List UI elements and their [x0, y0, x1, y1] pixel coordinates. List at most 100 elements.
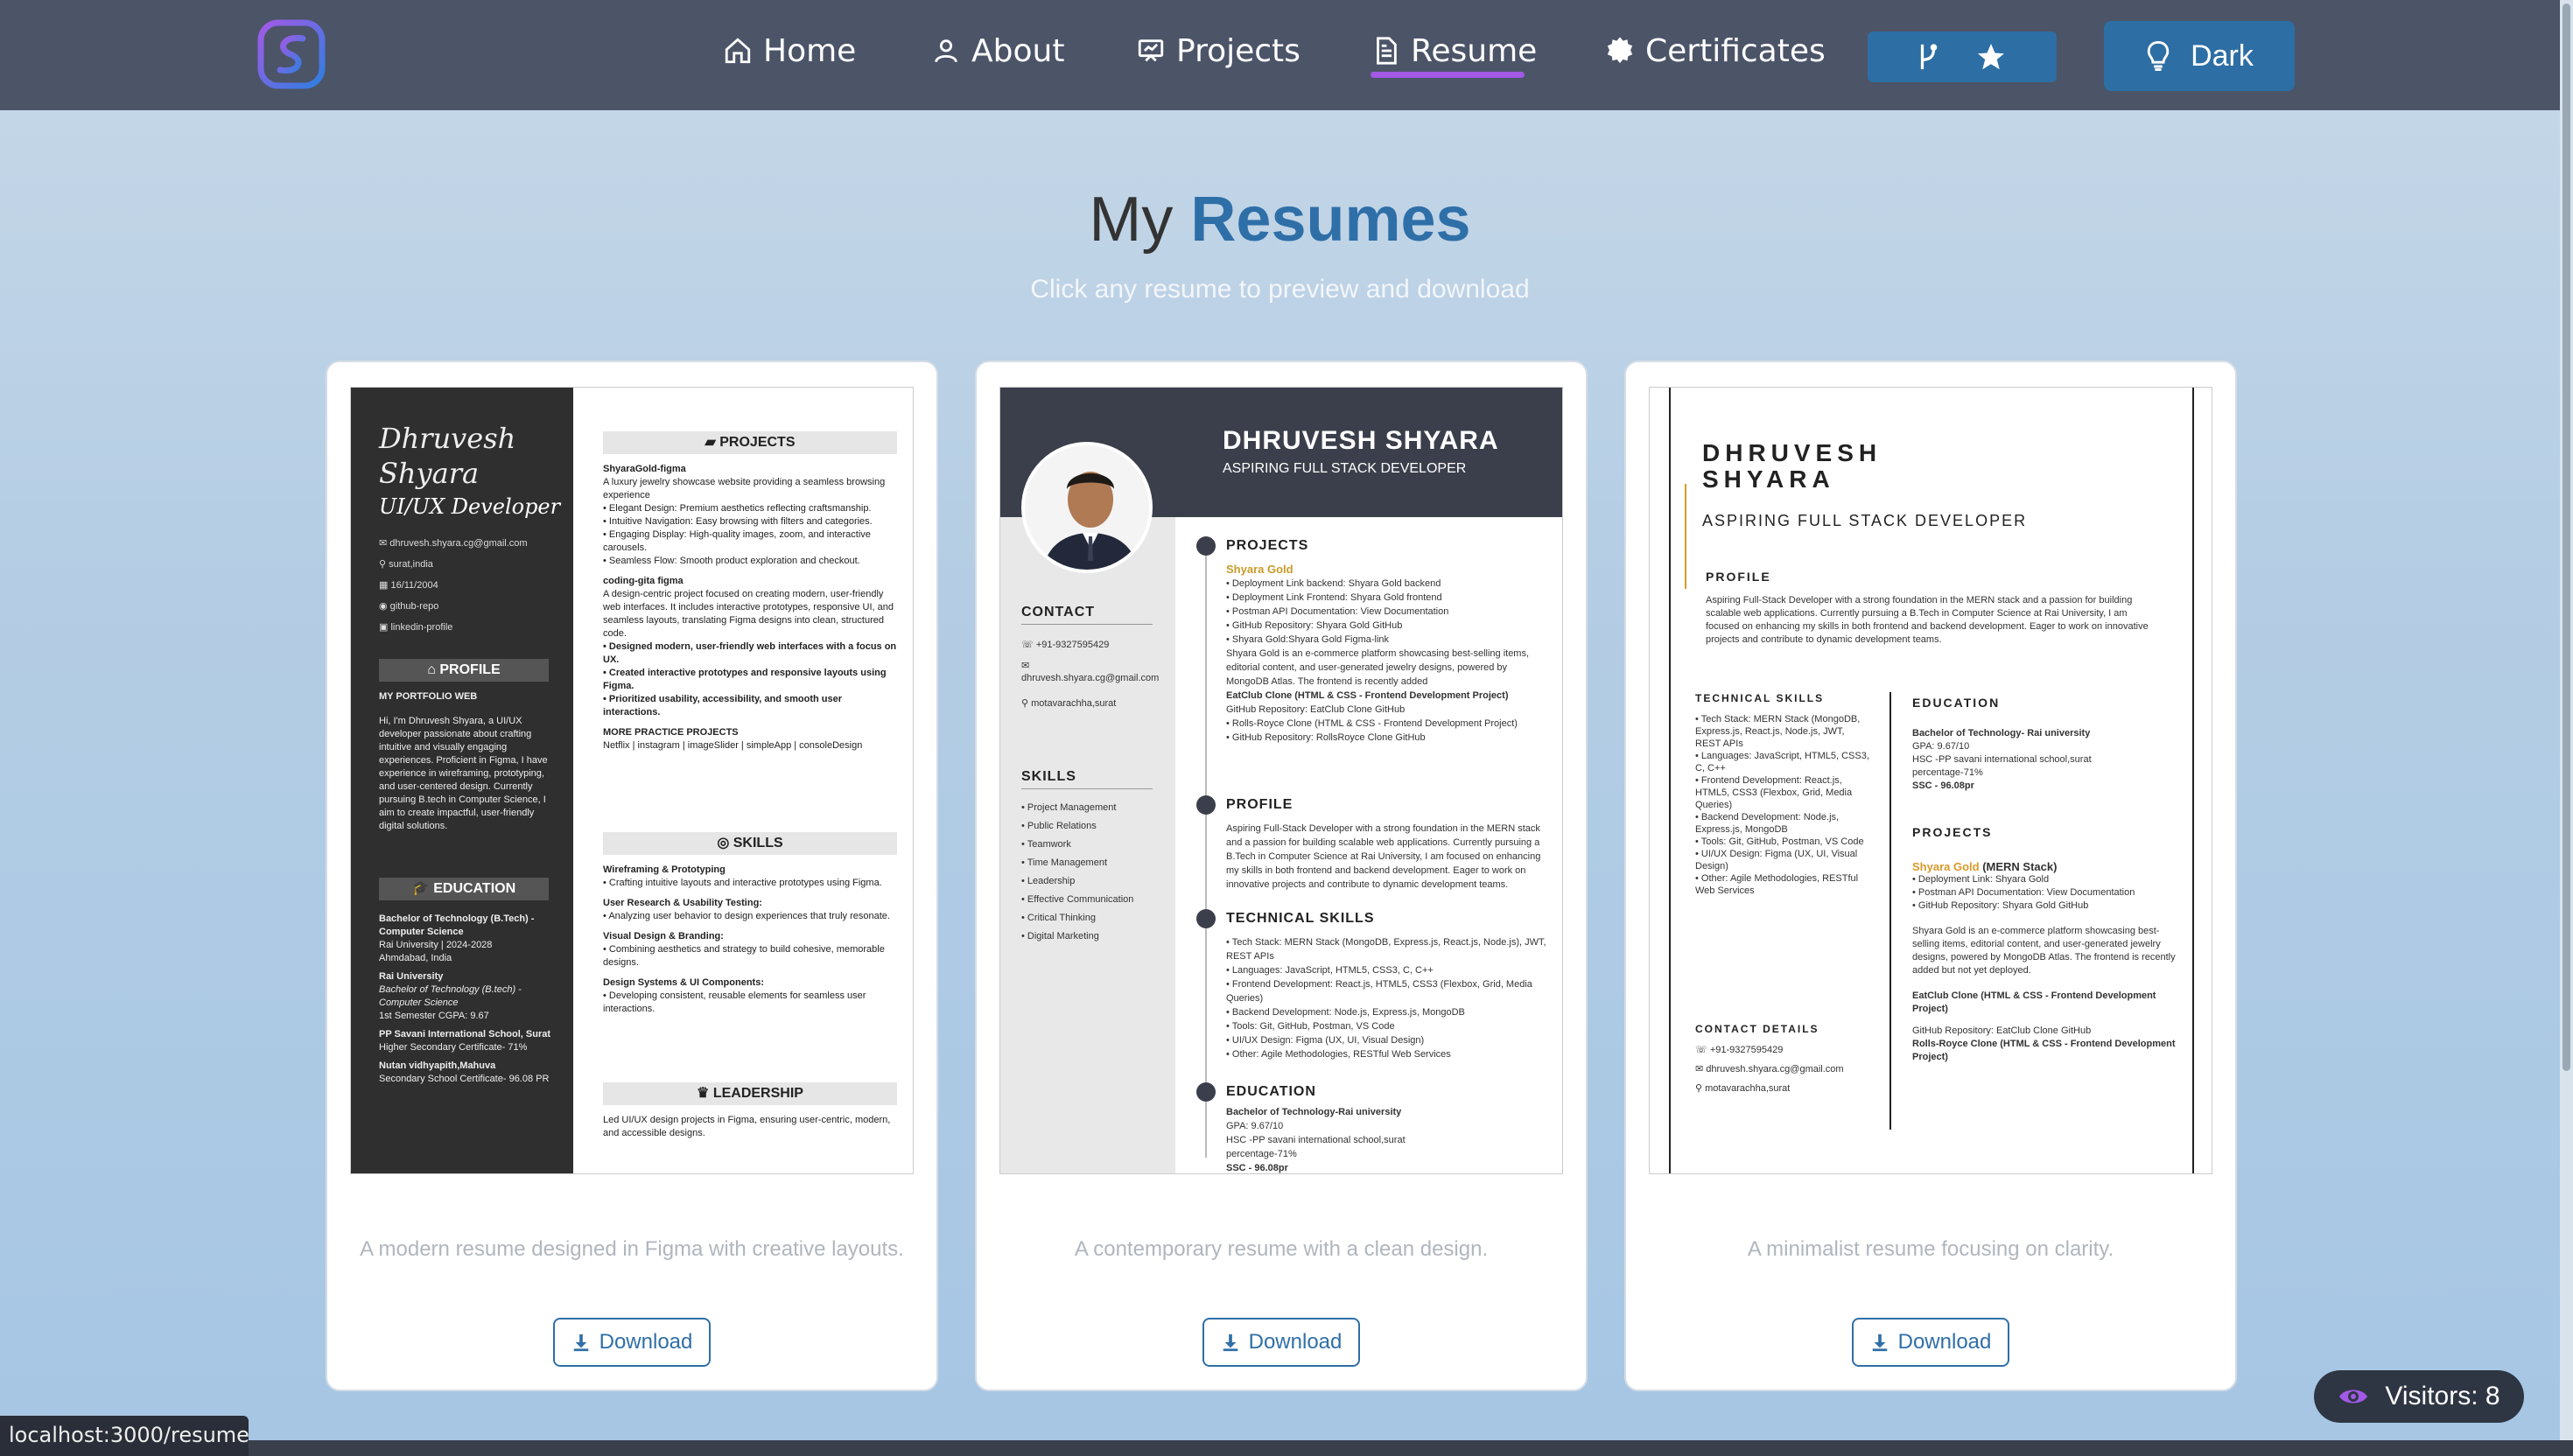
nav-about[interactable]: About: [931, 26, 1064, 75]
resume1-sidebar: Dhruvesh Shyara UI/UX Developer ✉ dhruve…: [351, 388, 573, 1173]
profile-photo: [1021, 442, 1153, 573]
card-description: A minimalist resume focusing on clarity.: [1747, 1237, 2114, 1261]
navbar: Home About Projects Resume Certificates …: [0, 0, 2560, 110]
download-label: Download: [1248, 1330, 1343, 1354]
download-icon: [1872, 1334, 1887, 1352]
page-subtitle: Click any resume to preview and download: [1030, 275, 1530, 304]
resume2-skills-heading: SKILLS: [1021, 769, 1153, 789]
resume2-skills-list: • Project Management • Public Relations …: [1021, 802, 1134, 942]
bottom-bar: [0, 1440, 2573, 1456]
resume3-tech-list: • Tech Stack: MERN Stack (MongoDB, Expre…: [1695, 714, 1869, 896]
profile-bullet: [1196, 795, 1216, 815]
visitor-count: Visitors: 8: [2385, 1382, 2500, 1410]
email-text: ✉ dhruvesh.shyara.cg@gmail.com: [379, 538, 528, 549]
resume2-contact-heading: CONTACT: [1021, 605, 1153, 625]
resume-card-figma[interactable]: Dhruvesh Shyara UI/UX Developer ✉ dhruve…: [326, 360, 938, 1391]
resume1-leadership: Led UI/UX design projects in Figma, ensu…: [603, 1115, 891, 1138]
nav-resume-label: Resume: [1411, 32, 1538, 69]
resume2-education-heading: EDUCATION: [1226, 1084, 1316, 1099]
github-star-button[interactable]: [1868, 32, 2057, 82]
download-icon: [573, 1334, 588, 1352]
download-label: Download: [599, 1330, 693, 1354]
resume1-education-heading: 🎓 EDUCATION: [379, 878, 549, 900]
scrollbar-thumb[interactable]: [2562, 4, 2570, 1071]
resume-card-minimalist[interactable]: DHRUVESH SHYARA ASPIRING FULL STACK DEVE…: [1624, 360, 2237, 1391]
visitor-counter: Visitors: 8: [2314, 1370, 2524, 1423]
nav-home-label: Home: [763, 32, 857, 69]
resume-preview[interactable]: Dhruvesh Shyara UI/UX Developer ✉ dhruve…: [350, 387, 914, 1174]
eye-icon: [2339, 1390, 2368, 1404]
resume3-profile-heading: PROFILE: [1706, 570, 1771, 584]
download-button[interactable]: Download: [553, 1318, 711, 1367]
resume1-profile-heading: ⌂ PROFILE: [379, 659, 549, 682]
resume3-education-heading: EDUCATION: [1912, 696, 2001, 710]
resume-card-contemporary[interactable]: DHRUVESH SHYARA ASPIRING FULL STACK DEVE…: [975, 360, 1588, 1391]
nav-resume[interactable]: Resume: [1371, 26, 1537, 75]
nav-certificates-label: Certificates: [1645, 32, 1826, 69]
resume-preview[interactable]: DHRUVESH SHYARA ASPIRING FULL STACK DEVE…: [1649, 387, 2212, 1174]
star-icon: [1978, 44, 2004, 70]
resume3-role: ASPIRING FULL STACK DEVELOPER: [1702, 512, 2028, 529]
nav-projects[interactable]: Projects: [1136, 26, 1301, 75]
resume1-role: UI/UX Developer: [379, 494, 561, 519]
resume3-projects: Shyara Gold (MERN Stack) • Deployment Li…: [1912, 860, 2176, 1062]
card-description: A modern resume designed in Figma with c…: [360, 1237, 904, 1261]
home-icon: [725, 38, 751, 64]
logo-icon[interactable]: [257, 19, 326, 89]
resume3-contact-heading: CONTACT DETAILS: [1695, 1023, 1819, 1035]
theme-toggle-label: Dark: [2191, 38, 2254, 73]
column-divider: [1889, 692, 1891, 1130]
left-border-line: [1669, 388, 1671, 1173]
resume2-projects-heading: PROJECTS: [1226, 538, 1309, 553]
resume1-name: Dhruvesh Shyara: [379, 421, 515, 491]
resume1-projects: ShyaraGold-figma A luxury jewelry showca…: [603, 464, 897, 751]
page-title: My Resumes: [0, 184, 2560, 256]
resume1-education: Bachelor of Technology (B.Tech) - Comput…: [379, 914, 551, 1084]
document-icon: [1377, 37, 1397, 65]
resume1-main: ▰ PROJECTS ShyaraGold-figma A luxury jew…: [592, 388, 908, 1173]
resume2-sidebar: CONTACT ☏ +91-9327595429 ✉ dhruvesh.shya…: [1000, 517, 1175, 1173]
resume2-profile-heading: PROFILE: [1226, 797, 1294, 812]
nav-home[interactable]: Home: [723, 26, 856, 75]
timeline-line: [1205, 545, 1207, 1158]
resume1-name-line2: Shyara: [379, 457, 480, 490]
right-border-line: [2192, 388, 2194, 1173]
resume3-name: DHRUVESH SHYARA: [1702, 439, 1882, 493]
resume3-education: Bachelor of Technology- Rai university G…: [1912, 728, 2092, 791]
resume2-profile: Aspiring Full-Stack Developer with a str…: [1226, 823, 1541, 890]
linkedin-text: ▣ linkedin-profile: [379, 622, 453, 633]
download-button[interactable]: Download: [1852, 1318, 2009, 1367]
resume-preview[interactable]: DHRUVESH SHYARA ASPIRING FULL STACK DEVE…: [999, 387, 1563, 1174]
resume3-tech-heading: TECHNICAL SKILLS: [1695, 692, 1825, 704]
github-text: ◉ github-repo: [379, 601, 439, 612]
page-title-accent: Resumes: [1190, 185, 1471, 255]
resume1-projects-heading: ▰ PROJECTS: [603, 431, 897, 454]
resume1-leadership-heading: ♛ LEADERSHIP: [603, 1082, 897, 1105]
resume2-role: ASPIRING FULL STACK DEVELOPER: [1223, 461, 1467, 476]
theme-toggle-button[interactable]: Dark: [2104, 21, 2295, 91]
resume1-profile-text: Hi, I'm Dhruvesh Shyara, a UI/UX develop…: [379, 716, 548, 831]
nav-projects-label: Projects: [1176, 32, 1301, 69]
tech-bullet: [1196, 909, 1216, 928]
lightbulb-icon: [2147, 40, 2170, 72]
resume1-contact: ✉ dhruvesh.shyara.cg@gmail.com ⚲ surat,i…: [379, 533, 528, 638]
resume2-projects: Shyara Gold • Deployment Link backend: S…: [1226, 563, 1530, 743]
card-description: A contemporary resume with a clean desig…: [1074, 1237, 1489, 1261]
resume3-projects-heading: PROJECTS: [1912, 825, 1993, 839]
download-button[interactable]: Download: [1202, 1318, 1360, 1367]
projects-bullet: [1196, 536, 1216, 556]
location-text: ⚲ surat,india: [379, 559, 433, 570]
badge-icon: [1607, 37, 1633, 64]
education-bullet: [1196, 1082, 1216, 1102]
git-branch-icon: [1920, 44, 1938, 70]
accent-line: [1685, 484, 1686, 589]
resume2-tech-heading: TECHNICAL SKILLS: [1226, 911, 1375, 926]
presentation-icon: [1138, 39, 1164, 62]
portfolio-link: MY PORTFOLIO WEB: [379, 691, 478, 702]
resume3-contact: ☏ +91-9327595429 ✉ dhruvesh.shyara.cg@gm…: [1695, 1045, 1844, 1094]
download-label: Download: [1897, 1330, 1992, 1354]
nav-certificates[interactable]: Certificates: [1605, 26, 1826, 75]
resume2-tech-list: • Tech Stack: MERN Stack (MongoDB, Expre…: [1226, 937, 1546, 1060]
download-icon: [1223, 1334, 1237, 1352]
resume2-contact: ☏ +91-9327595429 ✉ dhruvesh.shyara.cg@gm…: [1021, 640, 1160, 709]
